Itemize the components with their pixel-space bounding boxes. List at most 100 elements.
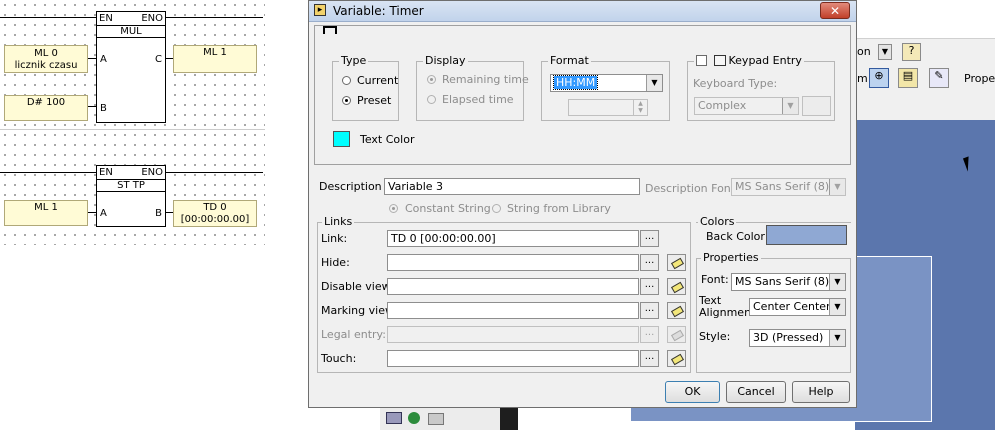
- marking-view-clear-icon[interactable]: [667, 302, 686, 319]
- display-elapsed-label: Elapsed time: [442, 93, 514, 106]
- close-button[interactable]: ✕: [820, 2, 850, 19]
- taskbar-app-icon[interactable]: [386, 412, 402, 424]
- mul-input-b[interactable]: D# 100: [4, 95, 88, 121]
- disable-view-input[interactable]: [387, 278, 639, 295]
- description-font-select[interactable]: MS Sans Serif (8) ▼: [731, 178, 846, 196]
- chevron-down-icon: ▼: [829, 299, 845, 315]
- links-group-label: Links: [322, 215, 355, 228]
- format-spin-buttons[interactable]: ▲ ▼: [633, 99, 648, 116]
- legal-entry-input[interactable]: [387, 326, 639, 343]
- variable-timer-dialog: ▸ Variable: Timer ✕ Type Current Preset …: [308, 0, 857, 408]
- legal-entry-browse-button[interactable]: ...: [640, 326, 659, 343]
- marking-view-label: Marking view:: [321, 304, 398, 317]
- sttp-input-a[interactable]: ML 1: [4, 200, 88, 226]
- mul-pin-a: A: [100, 54, 107, 65]
- mul-input-a[interactable]: ML 0 licznik czasu: [4, 45, 88, 73]
- format-selected-value: HH:MM: [552, 75, 599, 90]
- type-preset-label: Preset: [357, 94, 392, 107]
- text-color-swatch[interactable]: [333, 131, 350, 147]
- mul-a-wire: [88, 58, 96, 59]
- sttp-function-block[interactable]: EN ENO ST TP A B: [96, 165, 166, 227]
- description-font-value: MS Sans Serif (8): [735, 180, 830, 193]
- taskbar-strip: [380, 408, 518, 430]
- mul-function-block[interactable]: EN ENO MUL A C B: [96, 11, 166, 123]
- touch-label: Touch:: [321, 352, 357, 365]
- sttp-pin-b: B: [155, 208, 162, 219]
- taskbar-folder-icon[interactable]: [428, 413, 444, 425]
- dialog-app-icon: ▸: [314, 4, 326, 16]
- link-label: Link:: [321, 232, 348, 245]
- disable-view-label: Disable view:: [321, 280, 394, 293]
- hide-browse-button[interactable]: ...: [640, 254, 659, 271]
- keyboard-type-select[interactable]: Complex ▼: [694, 97, 799, 115]
- ok-button[interactable]: OK: [665, 381, 720, 403]
- string-library-radio[interactable]: [492, 204, 501, 213]
- properties-icon[interactable]: ▤: [898, 68, 918, 88]
- edit-icon[interactable]: ✎: [929, 68, 949, 88]
- hide-label: Hide:: [321, 256, 350, 269]
- touch-clear-icon[interactable]: [667, 350, 686, 367]
- touch-browse-button[interactable]: ...: [640, 350, 659, 367]
- description-font-label: Description Font:: [645, 182, 739, 195]
- keyboard-browse-button[interactable]: [802, 96, 831, 116]
- cancel-button[interactable]: Cancel: [726, 381, 786, 403]
- mul-b-wire: [88, 106, 96, 107]
- keypad-icon: [713, 55, 726, 66]
- keypad-entry-checkbox[interactable]: [696, 55, 707, 66]
- font-select[interactable]: MS Sans Serif (8) ▼: [731, 273, 846, 291]
- sttp-output-b[interactable]: TD 0 [00:00:00.00]: [173, 200, 257, 227]
- chevron-down-icon: ▼: [829, 179, 845, 195]
- chevron-down-icon: ▼: [782, 98, 798, 114]
- constant-string-label: Constant String: [405, 202, 491, 215]
- type-preset-radio[interactable]: [342, 96, 351, 105]
- chevron-down-icon: ▼: [829, 330, 845, 346]
- display-remaining-radio[interactable]: [427, 75, 436, 84]
- rung-1-line-right: [165, 17, 263, 18]
- disable-view-clear-icon[interactable]: [667, 278, 686, 295]
- marking-view-input[interactable]: [387, 302, 639, 319]
- mul-en: EN: [99, 13, 113, 24]
- properties-group-label: Properties: [701, 251, 761, 264]
- constant-string-radio[interactable]: [389, 204, 398, 213]
- format-group-label: Format: [548, 54, 591, 67]
- help-icon[interactable]: ?: [902, 43, 921, 61]
- zoom-icon[interactable]: ⊕: [869, 68, 889, 88]
- format-spin-input[interactable]: [568, 99, 634, 116]
- marking-view-browse-button[interactable]: ...: [640, 302, 659, 319]
- taskbar-globe-icon[interactable]: [408, 412, 420, 424]
- hide-input[interactable]: [387, 254, 639, 271]
- description-label: Description :: [319, 180, 389, 193]
- type-current-radio[interactable]: [342, 76, 351, 85]
- description-input[interactable]: Variable 3: [384, 178, 640, 195]
- toolbar-text-properties: Proper: [964, 72, 995, 85]
- text-alignment-select[interactable]: Center Center ▼: [749, 298, 846, 316]
- display-group: Display Remaining time Elapsed time: [416, 54, 529, 121]
- style-select[interactable]: 3D (Pressed) ▼: [749, 329, 846, 347]
- toolbar-text-on: on: [857, 45, 871, 58]
- format-select[interactable]: HH:MM ▼: [550, 74, 663, 92]
- string-library-label: String from Library: [507, 202, 611, 215]
- taskbar-divider: [500, 408, 518, 430]
- disable-view-browse-button[interactable]: ...: [640, 278, 659, 295]
- touch-input[interactable]: [387, 350, 639, 367]
- sttp-output-value: [00:00:00.00]: [180, 214, 250, 225]
- toolbar-dropdown[interactable]: ▼: [878, 44, 892, 60]
- sttp-eno: ENO: [141, 167, 163, 178]
- back-color-swatch[interactable]: [766, 225, 847, 245]
- mul-eno: ENO: [141, 13, 163, 24]
- chevron-down-icon: ▼: [646, 75, 662, 91]
- help-button[interactable]: Help: [792, 381, 850, 403]
- hide-clear-icon[interactable]: [667, 254, 686, 271]
- sttp-a-wire: [88, 212, 96, 213]
- link-browse-button[interactable]: ...: [640, 230, 659, 247]
- link-input[interactable]: TD 0 [00:00:00.00]: [387, 230, 639, 247]
- dialog-titlebar[interactable]: ▸ Variable: Timer ✕: [309, 1, 856, 22]
- legal-entry-clear-icon[interactable]: [667, 326, 686, 343]
- mul-output-c[interactable]: ML 1: [173, 45, 257, 73]
- dialog-title: Variable: Timer: [333, 4, 424, 18]
- mul-pin-c: C: [155, 54, 162, 65]
- keyboard-type-value: Complex: [698, 99, 747, 112]
- toolbar-text-m: m: [857, 72, 868, 85]
- mul-block-name: MUL: [97, 25, 165, 38]
- display-elapsed-radio[interactable]: [427, 95, 436, 104]
